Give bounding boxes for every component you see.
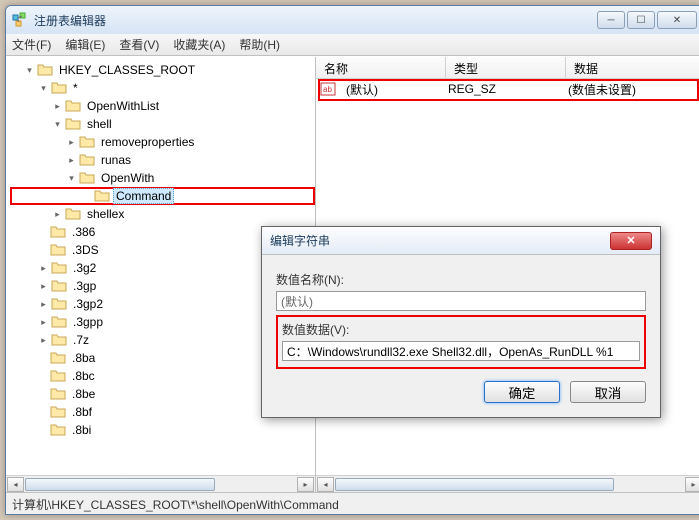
expander-icon[interactable]: ▸	[38, 335, 49, 346]
edit-string-dialog: 编辑字符串 ✕ 数值名称(N): 数值数据(V): 确定 取消	[261, 226, 661, 418]
tree-node[interactable]: .7z	[70, 332, 92, 348]
tree-node[interactable]: OpenWithList	[84, 98, 162, 114]
folder-icon	[50, 368, 66, 384]
expander-icon[interactable]: ▸	[52, 209, 63, 220]
folder-icon	[51, 260, 67, 276]
cell-name: (默认)	[340, 81, 442, 98]
tree-node[interactable]: .8bi	[69, 422, 94, 438]
tree-node[interactable]: .8be	[69, 386, 98, 402]
tree-node[interactable]: HKEY_CLASSES_ROOT	[56, 62, 198, 78]
expander-icon[interactable]: ▾	[66, 173, 77, 184]
tree-node[interactable]: OpenWith	[98, 170, 157, 186]
tree-scrollbar-h[interactable]: ◂ ▸	[6, 475, 315, 492]
cell-type: REG_SZ	[442, 82, 562, 96]
expander-icon[interactable]: ▾	[38, 83, 49, 94]
tree-node[interactable]: shellex	[84, 206, 127, 222]
folder-icon	[50, 242, 66, 258]
folder-icon	[79, 170, 95, 186]
tree-node[interactable]: .386	[69, 224, 98, 240]
tree-node-selected[interactable]: Command	[113, 188, 174, 204]
tree-node[interactable]: .3DS	[69, 242, 102, 258]
scroll-left-icon[interactable]: ◂	[317, 477, 334, 492]
tree-node[interactable]: .3gpp	[70, 314, 106, 330]
folder-icon	[50, 422, 66, 438]
tree-node[interactable]: shell	[84, 116, 115, 132]
folder-icon	[65, 206, 81, 222]
expander-icon[interactable]: ▸	[38, 317, 49, 328]
list-header[interactable]: 名称 类型 数据	[316, 57, 699, 79]
folder-icon	[50, 350, 66, 366]
folder-icon	[79, 152, 95, 168]
menu-file[interactable]: 文件(F)	[12, 36, 51, 53]
folder-icon	[50, 386, 66, 402]
folder-icon	[51, 332, 67, 348]
folder-icon	[51, 296, 67, 312]
folder-icon	[79, 134, 95, 150]
folder-icon	[51, 314, 67, 330]
tree-node[interactable]: .3g2	[70, 260, 99, 276]
value-name-input[interactable]	[276, 291, 646, 311]
dialog-close-button[interactable]: ✕	[610, 232, 652, 250]
tree-node[interactable]: .3gp2	[70, 296, 106, 312]
tree-node[interactable]: runas	[98, 152, 134, 168]
col-name[interactable]: 名称	[316, 57, 446, 78]
maximize-button[interactable]: ☐	[627, 11, 655, 29]
value-name-label: 数值名称(N):	[276, 271, 646, 288]
value-data-input[interactable]	[282, 341, 640, 361]
dialog-titlebar[interactable]: 编辑字符串 ✕	[262, 227, 660, 255]
expander-icon[interactable]: ▾	[24, 65, 35, 76]
expander-icon[interactable]: ▸	[66, 137, 77, 148]
folder-icon	[50, 224, 66, 240]
minimize-button[interactable]: ─	[597, 11, 625, 29]
string-value-icon: ab	[320, 81, 336, 97]
folder-icon	[51, 278, 67, 294]
menu-favorites[interactable]: 收藏夹(A)	[173, 36, 225, 53]
folder-icon	[65, 116, 81, 132]
tree-node[interactable]: .8ba	[69, 350, 98, 366]
folder-icon	[37, 62, 53, 78]
folder-icon	[51, 80, 67, 96]
col-data[interactable]: 数据	[566, 57, 699, 78]
tree-node[interactable]: .8bf	[69, 404, 95, 420]
tree-node[interactable]: .8bc	[69, 368, 98, 384]
scroll-left-icon[interactable]: ◂	[7, 477, 24, 492]
scroll-right-icon[interactable]: ▸	[297, 477, 314, 492]
expander-icon[interactable]: ▸	[66, 155, 77, 166]
menu-edit[interactable]: 编辑(E)	[65, 36, 105, 53]
regedit-window: 注册表编辑器 ─ ☐ ✕ 文件(F) 编辑(E) 查看(V) 收藏夹(A) 帮助…	[5, 5, 699, 515]
tree-node[interactable]: removeproperties	[98, 134, 197, 150]
expander-icon[interactable]: ▸	[52, 101, 63, 112]
statusbar: 计算机\HKEY_CLASSES_ROOT\*\shell\OpenWith\C…	[6, 492, 699, 514]
list-scrollbar-h[interactable]: ◂ ▸	[316, 475, 699, 492]
close-button[interactable]: ✕	[657, 11, 697, 29]
tree-node[interactable]: .3gp	[70, 278, 99, 294]
ok-button[interactable]: 确定	[484, 381, 560, 403]
menubar: 文件(F) 编辑(E) 查看(V) 收藏夹(A) 帮助(H)	[6, 34, 699, 56]
titlebar[interactable]: 注册表编辑器 ─ ☐ ✕	[6, 6, 699, 34]
window-title: 注册表编辑器	[34, 12, 597, 29]
expander-icon[interactable]: ▸	[38, 281, 49, 292]
expander-icon[interactable]: ▸	[38, 263, 49, 274]
menu-view[interactable]: 查看(V)	[119, 36, 159, 53]
menu-help[interactable]: 帮助(H)	[239, 36, 280, 53]
value-data-label: 数值数据(V):	[282, 321, 640, 338]
folder-icon	[50, 404, 66, 420]
svg-text:ab: ab	[323, 85, 332, 94]
cancel-button[interactable]: 取消	[570, 381, 646, 403]
expander-icon[interactable]: ▸	[38, 299, 49, 310]
tree-node[interactable]: *	[70, 80, 81, 96]
scroll-right-icon[interactable]: ▸	[685, 477, 699, 492]
list-row[interactable]: ab (默认) REG_SZ (数值未设置)	[316, 79, 699, 99]
col-type[interactable]: 类型	[446, 57, 566, 78]
cell-data: (数值未设置)	[562, 81, 642, 98]
folder-icon	[65, 98, 81, 114]
folder-icon	[94, 188, 110, 204]
app-icon	[12, 12, 28, 28]
dialog-title: 编辑字符串	[270, 232, 610, 249]
expander-icon[interactable]: ▾	[52, 119, 63, 130]
